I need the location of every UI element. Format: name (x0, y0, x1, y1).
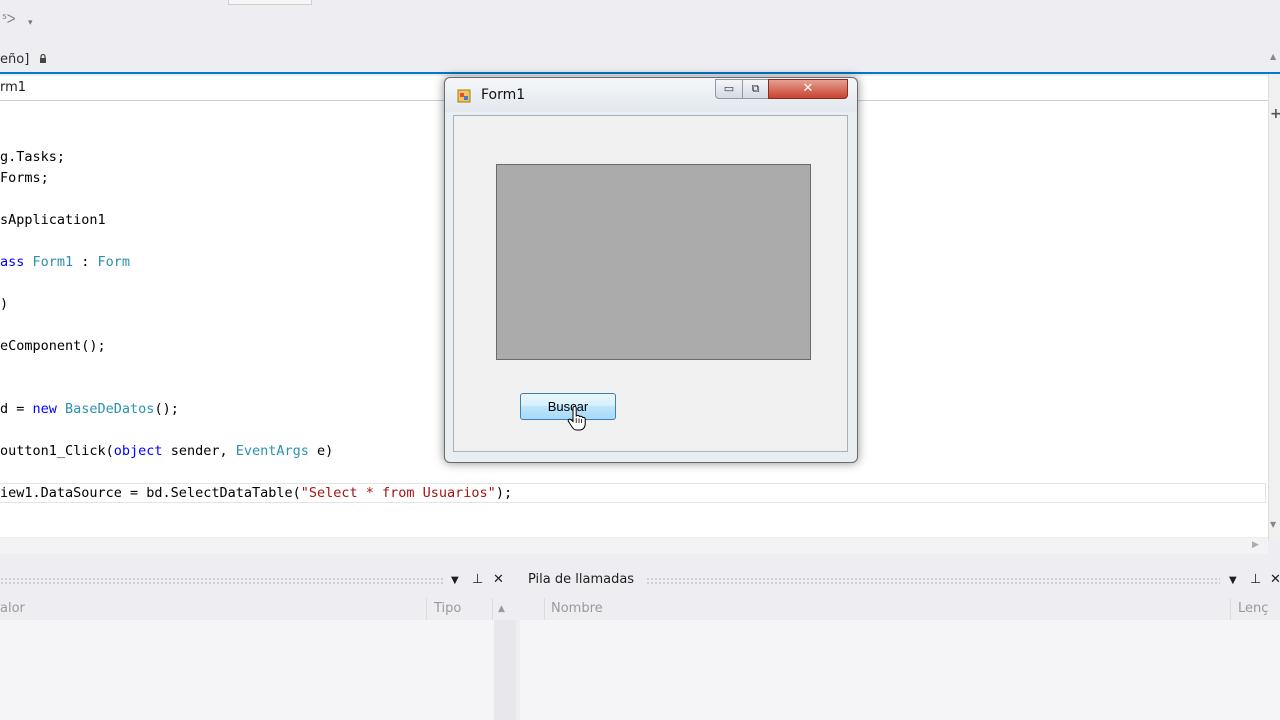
call-stack-panel-body (520, 620, 1280, 720)
code-token: sApplication1 (0, 212, 106, 228)
code-token: object (113, 443, 163, 459)
column-header-value[interactable]: alor (0, 598, 25, 620)
column-separator (426, 598, 427, 620)
code-line[interactable]: ) (0, 294, 8, 314)
hand-cursor-icon (567, 406, 586, 431)
code-token: (); (154, 401, 179, 417)
maximize-icon: ⧉ (751, 82, 760, 95)
vertical-scrollbar[interactable] (1268, 74, 1280, 540)
document-tab[interactable]: eño] (0, 50, 53, 70)
form1-client-area: Buscar (453, 115, 848, 452)
code-token: Forms; (0, 170, 49, 186)
app-icon (457, 89, 471, 103)
right-panel-grip[interactable] (646, 577, 1220, 585)
code-token: g.Tasks; (0, 149, 66, 165)
form1-titlebar[interactable]: Form1 ▭ ⧉ ✕ (445, 78, 857, 112)
locals-panel-body (0, 620, 494, 720)
left-panel-grip[interactable] (0, 577, 444, 585)
left-panel-pin-icon[interactable]: ⊥ (472, 572, 483, 587)
lock-icon (40, 53, 47, 63)
code-token: : (73, 254, 98, 270)
code-token: "Select * from Usuarios" (300, 485, 496, 501)
right-panel-dropdown-icon[interactable]: ▼ (1229, 575, 1237, 586)
column-header-type[interactable]: Tipo (434, 598, 461, 620)
data-grid-view[interactable] (496, 164, 811, 360)
column-separator (544, 598, 545, 620)
plus-icon[interactable]: + (1270, 106, 1280, 122)
left-panel-dropdown-icon[interactable]: ▼ (451, 575, 459, 586)
code-token: EventArgs (235, 443, 309, 459)
code-token: BaseDeDatos (65, 401, 155, 417)
code-line[interactable]: Forms; (0, 168, 49, 188)
scroll-right-icon[interactable]: ▶ (1252, 540, 1259, 550)
right-panel-pin-icon[interactable]: ⊥ (1250, 572, 1261, 587)
scroll-up-icon[interactable]: ▲ (498, 598, 505, 620)
toolbar: ⁵ᐳ ▾ (0, 0, 1280, 48)
tab-accent-line (0, 72, 1280, 74)
code-token: d = (0, 401, 33, 417)
code-token: new (32, 401, 66, 417)
code-line[interactable]: d = new BaseDeDatos(); (0, 399, 179, 419)
toolbar-glyph[interactable]: ⁵ᐳ (2, 12, 16, 26)
scroll-down-icon[interactable]: ▼ (1270, 520, 1276, 529)
document-tab-label: eño] (0, 52, 30, 67)
call-stack-title: Pila de llamadas (528, 572, 635, 587)
code-token: ) (0, 296, 9, 312)
horizontal-scrollbar[interactable] (0, 538, 1268, 554)
column-separator (1230, 598, 1231, 620)
left-panel-close-icon[interactable]: ✕ (493, 572, 504, 587)
code-token: sender, (162, 443, 236, 459)
code-token: Form1 (32, 254, 74, 270)
code-line[interactable]: outton1_Click(object sender, EventArgs e… (0, 441, 333, 461)
class-dropdown[interactable]: rm1 (0, 79, 26, 97)
close-button[interactable]: ✕ (768, 79, 848, 99)
code-line[interactable]: g.Tasks; (0, 147, 65, 167)
code-line[interactable]: ass Form1 : Form (0, 252, 130, 272)
form1-window[interactable]: Form1 ▭ ⧉ ✕ Buscar (444, 77, 858, 463)
code-token: ); (495, 485, 513, 501)
close-icon: ✕ (802, 81, 814, 96)
toolbar-combo[interactable] (228, 0, 312, 5)
code-line[interactable]: sApplication1 (0, 210, 106, 230)
minimize-icon: ▭ (723, 82, 735, 95)
right-panel-close-icon[interactable]: ✕ (1270, 572, 1280, 587)
form1-title: Form1 (481, 87, 526, 103)
column-separator (492, 598, 493, 620)
code-token: e) (308, 443, 334, 459)
toolbar-dropdown-icon[interactable]: ▾ (28, 18, 33, 28)
minimize-button[interactable]: ▭ (715, 79, 743, 99)
code-line[interactable]: eComponent(); (0, 336, 106, 356)
code-token: ass (0, 254, 33, 270)
code-line[interactable]: iew1.DataSource = bd.SelectDataTable("Se… (0, 483, 512, 503)
code-token: eComponent(); (0, 338, 106, 354)
maximize-button[interactable]: ⧉ (742, 79, 769, 99)
code-token: Form (97, 254, 131, 270)
column-header-name[interactable]: Nombre (551, 598, 603, 620)
column-header-language[interactable]: Lenç (1238, 598, 1268, 620)
code-token: iew1.DataSource = bd.SelectDataTable( (0, 485, 301, 501)
left-panel-scrollbar[interactable] (494, 620, 516, 720)
scroll-up-icon[interactable]: ▲ (1270, 52, 1276, 61)
code-token: outton1_Click( (0, 443, 114, 459)
